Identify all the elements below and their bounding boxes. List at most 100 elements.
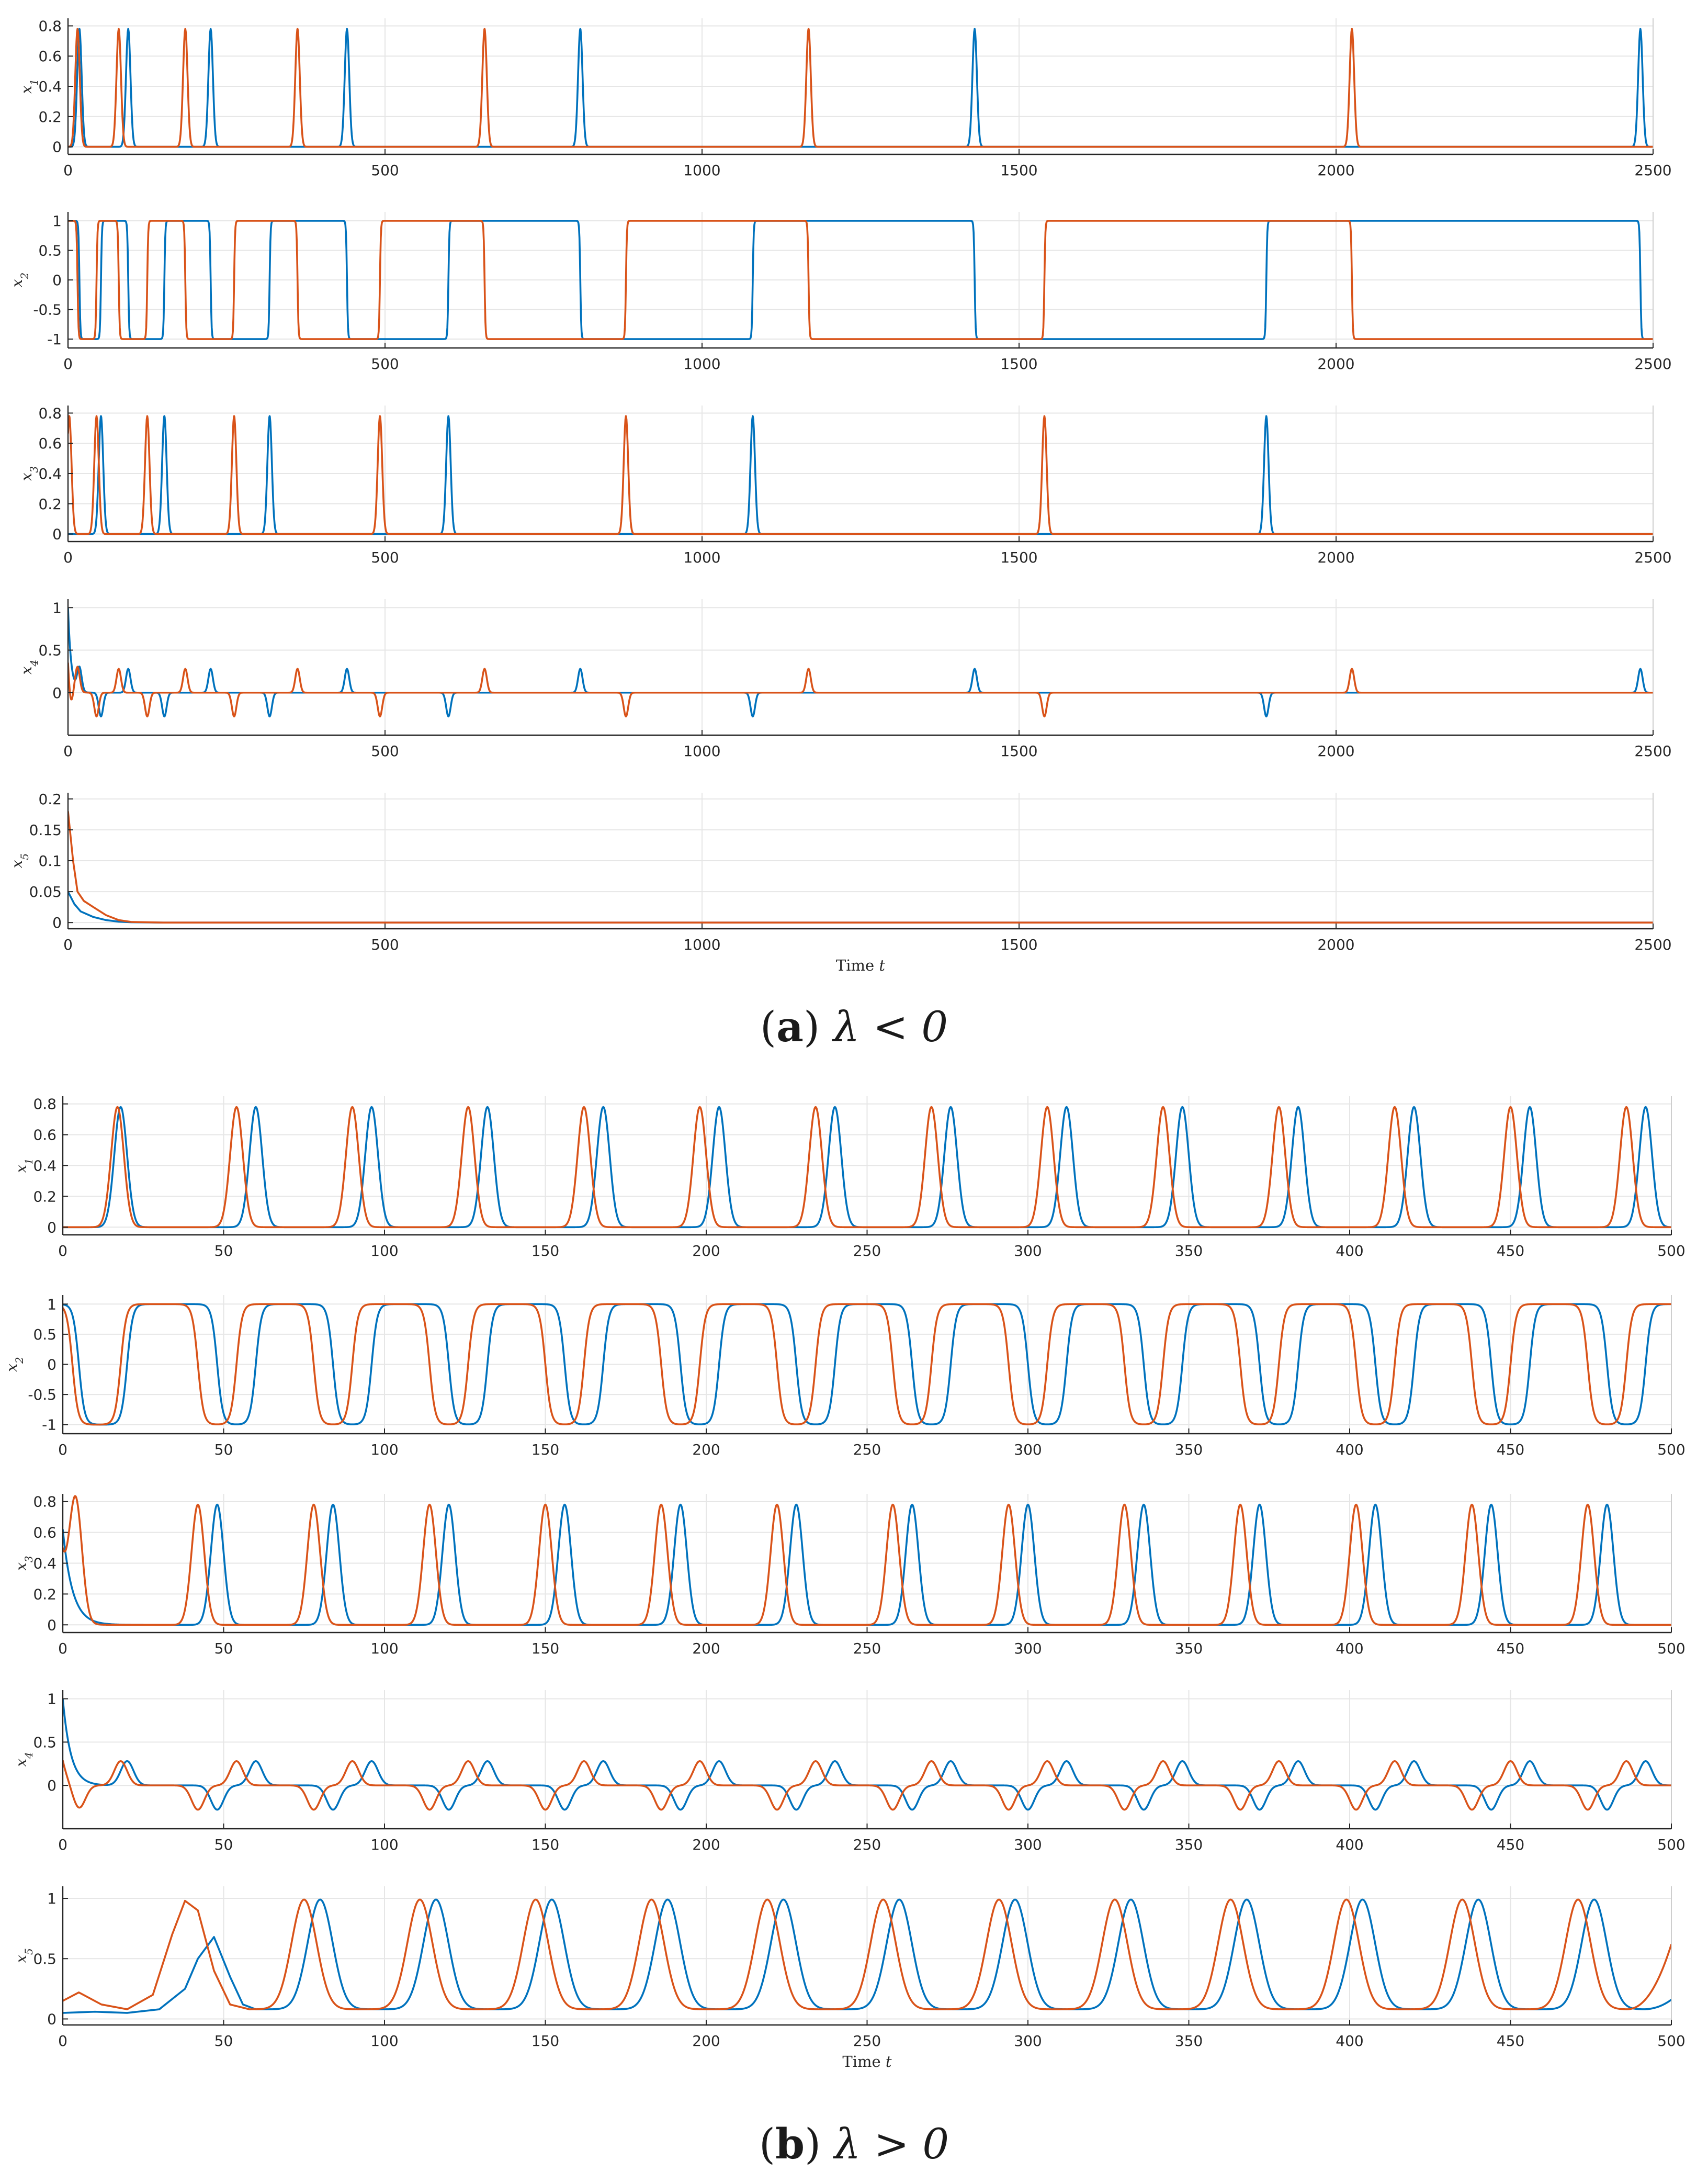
subplot-a-x3: 0 500 1000 1500 2000 2500 0 0.2 0.4 0.6 0.8 x3: [18, 404, 1672, 566]
x-axis-label-word: Time: [842, 2053, 886, 2070]
x-tick-label: 100: [370, 1242, 398, 1259]
x-tick-label: 500: [1657, 1242, 1685, 1259]
y-axis-label-subscript: 4: [28, 660, 40, 667]
y-tick-label: 1: [47, 1296, 56, 1313]
y-tick-label: 0: [47, 1777, 56, 1794]
x-tick-label: 1000: [683, 355, 720, 373]
x-tick-label: 2500: [1634, 742, 1671, 760]
x-axis-label-var: t: [886, 2053, 892, 2070]
x-tick-label: 0: [58, 1242, 67, 1259]
x-tick-label: 1500: [1000, 936, 1037, 953]
x-tick-label: 2000: [1317, 355, 1354, 373]
y-tick-label: -1: [42, 1416, 56, 1434]
y-axis-label-subscript: 2: [18, 273, 31, 280]
series-line-orange: [68, 28, 1653, 148]
x-tick-label: 1000: [683, 936, 720, 953]
y-tick-label: 0.2: [33, 1188, 56, 1205]
y-axis-label-subscript: 5: [22, 1948, 35, 1955]
y-axis-label-subscript: 2: [13, 1357, 26, 1364]
x-tick-label: 250: [853, 1640, 881, 1657]
y-axis-label-base: x: [18, 666, 35, 674]
y-axis-label: x3: [18, 466, 40, 481]
x-tick-label: 450: [1497, 1640, 1524, 1657]
x-tick-label: 400: [1336, 2032, 1363, 2050]
subplot-a-x2: 0 500 1000 1500 2000 2500 -1 -0.5 0 0.5 1 x2: [8, 212, 1672, 373]
x-tick-label: 50: [214, 1836, 233, 1853]
x-tick-label: 250: [853, 1836, 881, 1853]
x-axis-label: Time t: [842, 2053, 892, 2070]
subplot-b-x2: 0 50 100 150 200 250 300 350 400 450 500 -1 -0.5 0 0.5…: [3, 1295, 1686, 1458]
x-tick-label: 500: [1657, 2032, 1685, 2050]
x-tick-label: 300: [1014, 1640, 1042, 1657]
x-tick-label: 1500: [1000, 549, 1037, 566]
y-tick-label: 0.2: [38, 496, 62, 513]
y-tick-label: -0.5: [28, 1386, 56, 1403]
y-tick-label: 0.5: [38, 242, 62, 259]
x-tick-label: 1000: [683, 162, 720, 179]
x-tick-label: 2000: [1317, 936, 1354, 953]
x-tick-label: 2000: [1317, 742, 1354, 760]
x-tick-label: 450: [1497, 1836, 1524, 1853]
x-tick-label: 1500: [1000, 355, 1037, 373]
series-line-blue: [68, 607, 1653, 718]
y-tick-label: 0.2: [38, 108, 62, 126]
x-tick-label: 0: [63, 549, 73, 566]
caption-b-letter: b: [775, 2119, 805, 2168]
x-tick-label: 400: [1336, 1640, 1363, 1657]
series-line-orange: [68, 811, 1653, 924]
x-tick-label: 200: [692, 2032, 720, 2050]
y-tick-label: 0.8: [33, 1493, 56, 1511]
x-tick-label: 2500: [1634, 355, 1671, 373]
x-tick-label: 0: [58, 2032, 67, 2050]
y-tick-label: 0.05: [29, 883, 62, 901]
y-axis-label: x1: [18, 79, 40, 94]
x-tick-label: 350: [1175, 1441, 1203, 1458]
y-tick-label: 0.4: [33, 1157, 56, 1175]
y-tick-label: 0.6: [38, 48, 62, 65]
y-axis-label-base: x: [18, 472, 35, 481]
x-tick-label: 350: [1175, 2032, 1203, 2050]
y-axis-label-subscript: 5: [18, 853, 31, 860]
x-tick-label: 0: [63, 355, 73, 373]
x-tick-label: 2500: [1634, 936, 1671, 953]
y-axis-label-subscript: 1: [28, 79, 40, 86]
y-tick-label: 0.2: [33, 1585, 56, 1603]
x-tick-label: 0: [58, 1640, 67, 1657]
subplot-a-x4: 0 500 1000 1500 2000 2500 0 0.5 1 x4: [18, 599, 1672, 760]
caption-a-condition: λ < 0: [833, 1003, 948, 1051]
subplot-b-x3: 0 50 100 150 200 250 300 350 400 450 500 0 0.2 0.4 0.6…: [13, 1493, 1686, 1657]
y-axis-label: x3: [13, 1556, 35, 1571]
x-tick-label: 500: [371, 355, 399, 373]
y-axis-label: x4: [18, 660, 40, 675]
x-tick-label: 50: [214, 1640, 233, 1657]
y-axis-label-subscript: 3: [22, 1556, 35, 1562]
x-tick-label: 450: [1497, 1242, 1524, 1259]
y-tick-label: 1: [52, 599, 62, 616]
caption-b: (b) λ > 0: [759, 2119, 949, 2168]
x-tick-label: 150: [531, 1441, 559, 1458]
y-tick-label: 0: [52, 139, 62, 156]
y-tick-label: 0: [47, 2010, 56, 2028]
y-axis-label: x4: [13, 1752, 35, 1767]
x-tick-label: 2000: [1317, 162, 1354, 179]
x-tick-label: 500: [371, 549, 399, 566]
x-tick-label: 350: [1175, 1242, 1203, 1259]
y-axis-label-base: x: [8, 279, 26, 287]
x-tick-label: 150: [531, 2032, 559, 2050]
subplot-b-x5: 0 50 100 150 200 250 300 350 400 450 500 0 0.5 1 x5 Tim…: [13, 1886, 1686, 2070]
y-axis-label-subscript: 3: [28, 466, 40, 473]
y-tick-label: 0.6: [38, 435, 62, 452]
y-tick-label: 1: [52, 212, 62, 230]
x-tick-label: 300: [1014, 1242, 1042, 1259]
x-tick-label: 500: [1657, 1640, 1685, 1657]
y-tick-label: 0.2: [38, 791, 62, 808]
y-axis-label-base: x: [13, 1165, 30, 1173]
y-tick-label: 0: [47, 1616, 56, 1634]
x-tick-label: 1500: [1000, 162, 1037, 179]
x-tick-label: 100: [370, 2032, 398, 2050]
x-tick-label: 50: [214, 1242, 233, 1259]
caption-a-letter: a: [776, 1002, 804, 1051]
y-tick-label: 0.4: [38, 78, 62, 95]
x-tick-label: 300: [1014, 2032, 1042, 2050]
caption-a: (a) λ < 0: [760, 1002, 948, 1051]
